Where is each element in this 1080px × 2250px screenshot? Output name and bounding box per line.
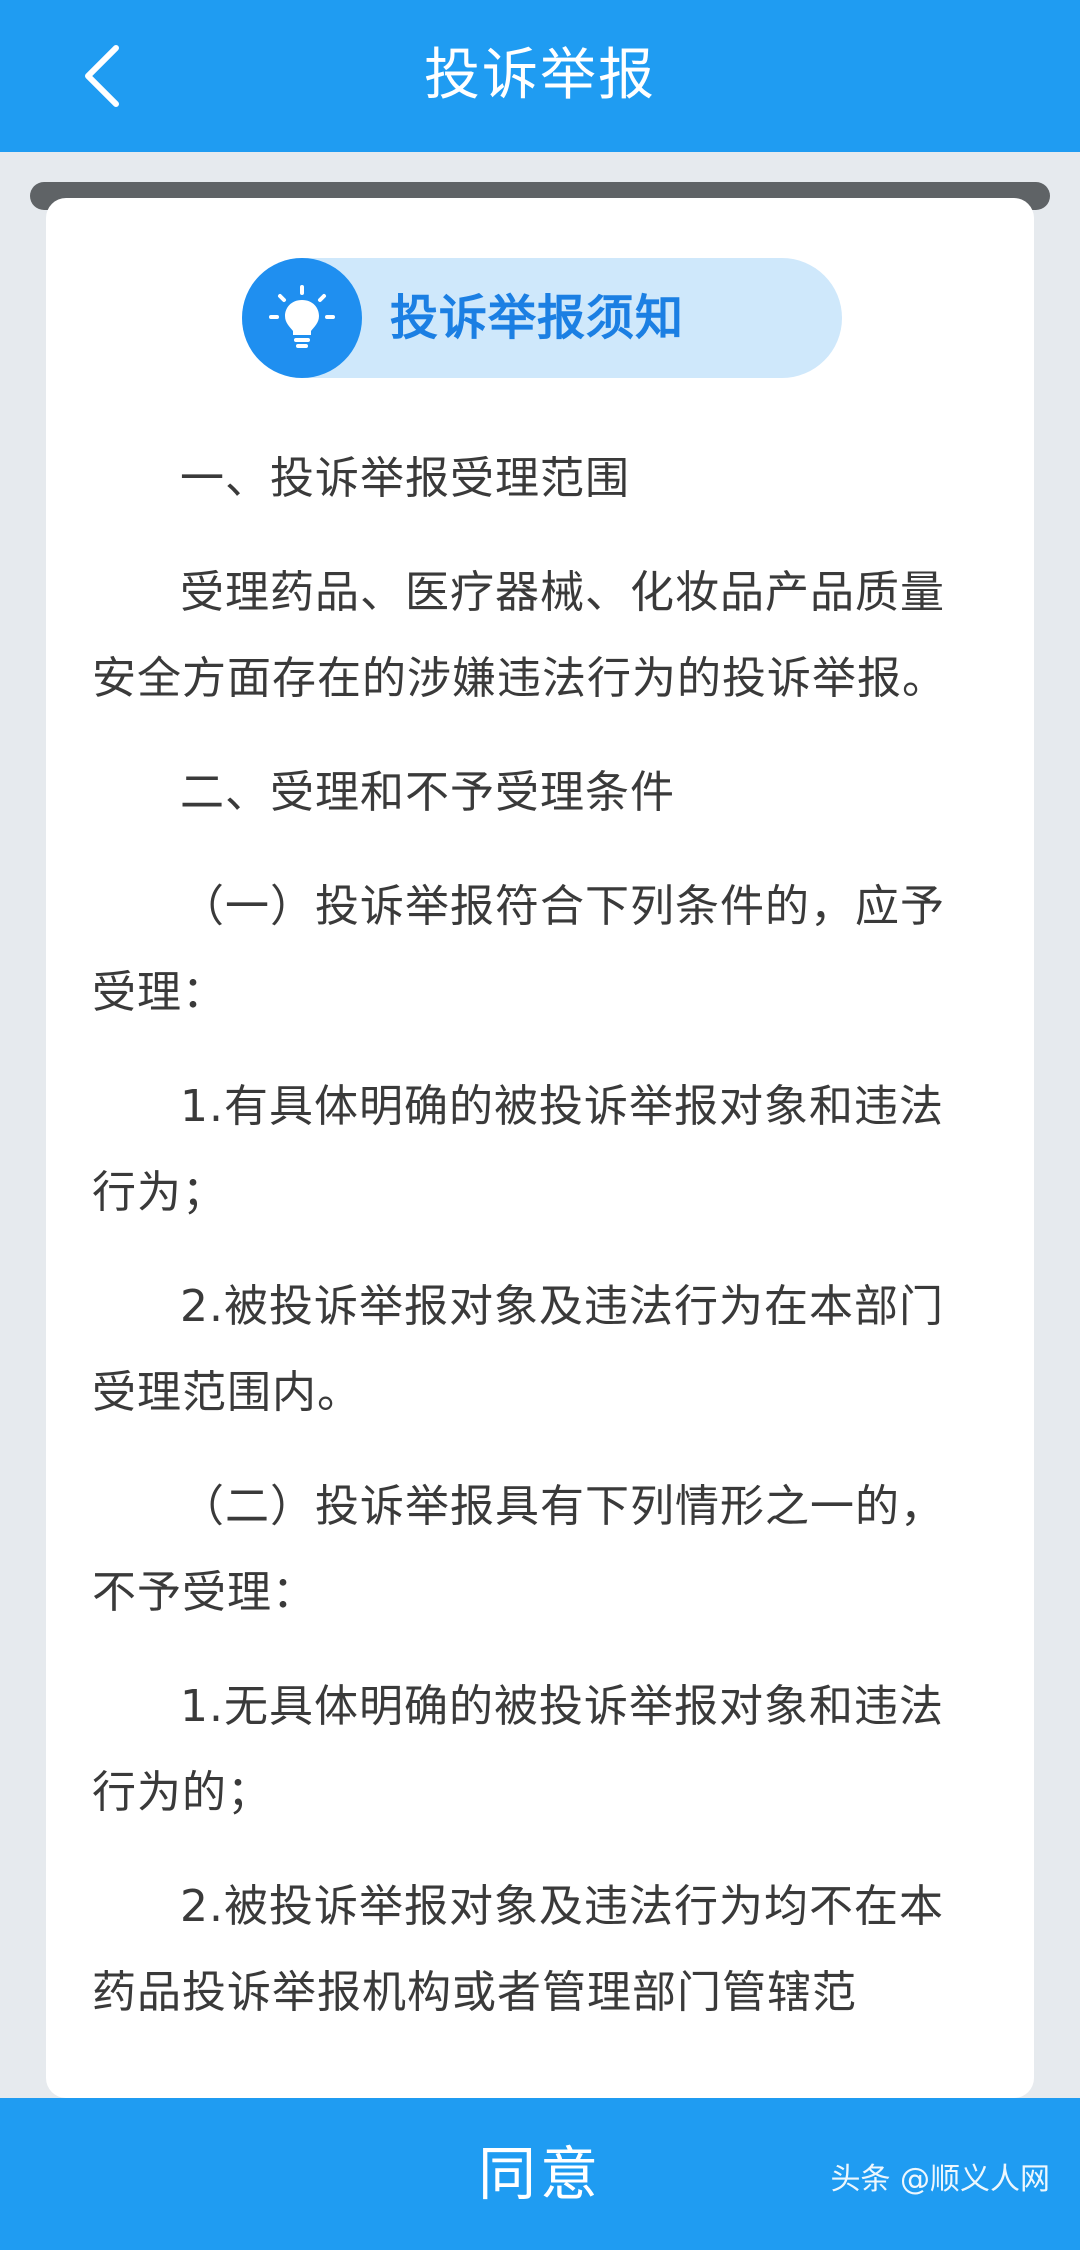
bottom-action-bar: 同意 头条 @顺义人网 (0, 2098, 1080, 2250)
notice-title: 投诉举报须知 (390, 290, 685, 346)
notice-header-pill: 投诉举报须知 (242, 258, 842, 378)
paragraph: 受理药品、医疗器械、化妆品产品质量安全方面存在的涉嫌违法行为的投诉举报。 (92, 567, 947, 704)
lightbulb-icon (242, 258, 362, 378)
list-item: 1.无具体明确的被投诉举报对象和违法行为的； (92, 1681, 944, 1818)
list-item: 1.有具体明确的被投诉举报对象和违法行为； (92, 1081, 944, 1218)
agree-button[interactable]: 同意 (390, 2098, 690, 2250)
list-item: 2.被投诉举报对象及违法行为在本部门受理范围内。 (92, 1281, 944, 1418)
top-navigation-bar: 投诉举报 (0, 0, 1080, 152)
page-title: 投诉举报 (424, 43, 656, 108)
section-heading: 一、投诉举报受理范围 (180, 453, 630, 504)
list-item: 2.被投诉举报对象及违法行为均不在本药品投诉举报机构或者管理部门管辖范 (92, 1881, 944, 2018)
section-heading: 二、受理和不予受理条件 (180, 767, 675, 818)
notice-document: 一、投诉举报受理范围 受理药品、医疗器械、化妆品产品质量安全方面存在的涉嫌违法行… (92, 436, 968, 2064)
paragraph: （二）投诉举报具有下列情形之一的，不予受理： (92, 1481, 945, 1618)
notice-card: 投诉举报须知 一、投诉举报受理范围 受理药品、医疗器械、化妆品产品质量安全方面存… (46, 198, 1034, 2098)
watermark-text: 头条 @顺义人网 (830, 2162, 1050, 2197)
paragraph: （一）投诉举报符合下列条件的，应予受理： (92, 881, 945, 1018)
